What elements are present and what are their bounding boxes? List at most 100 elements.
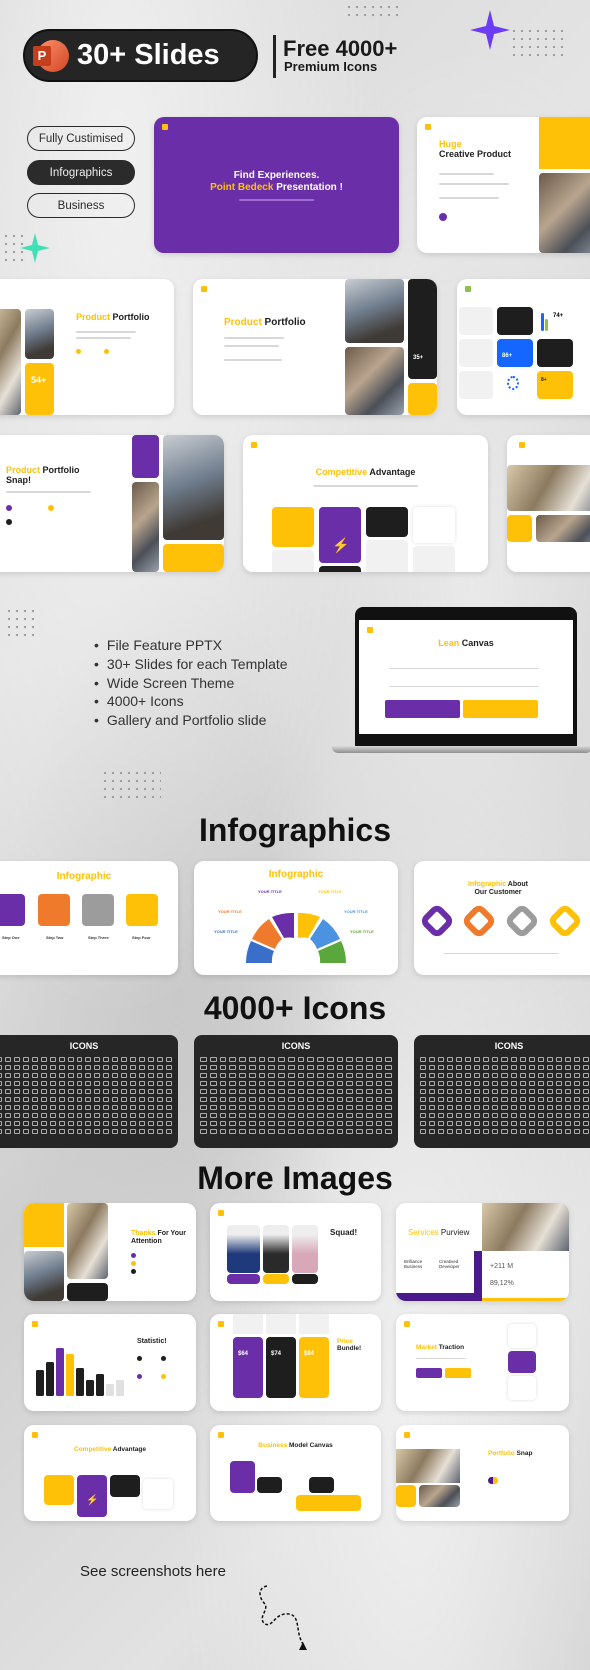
icon-glyph — [239, 1121, 246, 1126]
dots-decoration — [345, 3, 403, 21]
logo-icon — [465, 286, 471, 292]
slide-title: Market Traction — [416, 1344, 464, 1351]
icon-glyph — [375, 1105, 383, 1110]
icon-glyph — [346, 1081, 353, 1086]
icon-glyph — [346, 1121, 353, 1126]
title-highlight: Portfolio — [488, 1450, 515, 1457]
icon-glyph — [4, 1121, 11, 1126]
icon-glyph — [546, 1113, 553, 1118]
icon-glyph — [268, 1097, 275, 1102]
icon-glyph — [103, 1073, 110, 1078]
icon-glyph — [564, 1073, 571, 1078]
icon-glyph — [112, 1089, 119, 1094]
icon-glyph — [528, 1065, 535, 1070]
icon-glyph — [528, 1097, 535, 1102]
icon-glyph — [385, 1105, 392, 1110]
icon-glyph — [297, 1105, 305, 1110]
feature-item: Gallery and Portfolio slide — [94, 712, 267, 728]
icon-glyph — [546, 1065, 553, 1070]
icon-glyph — [49, 1121, 56, 1126]
icon-glyph — [501, 1089, 508, 1094]
purple-card — [385, 700, 460, 718]
icon-glyph — [528, 1089, 535, 1094]
icon-glyph — [85, 1089, 92, 1094]
icon-glyph — [555, 1073, 562, 1078]
logo-icon — [32, 1432, 38, 1438]
icon-glyph — [537, 1121, 544, 1126]
icon-glyph — [49, 1089, 56, 1094]
icon-glyph — [297, 1113, 305, 1118]
icon-grid — [414, 1051, 590, 1140]
yellow-block — [408, 383, 437, 415]
slide-title: Competitive Advantage — [243, 467, 488, 477]
icon-glyph — [456, 1089, 463, 1094]
icon-glyph — [268, 1081, 275, 1086]
icon-glyph — [501, 1081, 508, 1086]
icon-glyph — [166, 1057, 172, 1062]
team-photo — [227, 1225, 260, 1273]
stat-block: 54+ — [25, 363, 54, 415]
icon-glyph — [365, 1129, 373, 1134]
icon-glyph — [447, 1089, 454, 1094]
slide-title: Thanks For Your Attention — [131, 1230, 186, 1246]
diamond-purple — [418, 902, 456, 940]
chart-bar — [116, 1380, 124, 1396]
icon-glyph — [67, 1097, 74, 1102]
icon-glyph — [287, 1097, 295, 1102]
icon-glyph — [13, 1073, 20, 1078]
icon-glyph — [429, 1121, 436, 1126]
icon-glyph — [537, 1073, 544, 1078]
icon-glyph — [157, 1129, 164, 1134]
icon-glyph — [474, 1129, 481, 1134]
slide-thanks: Thanks For Your Attention — [24, 1203, 196, 1301]
yellow-card — [272, 507, 314, 547]
icon-glyph — [346, 1097, 353, 1102]
icon-glyph — [483, 1065, 490, 1070]
icon-glyph — [94, 1097, 101, 1102]
icon-glyph — [239, 1065, 246, 1070]
icon-glyph — [528, 1081, 535, 1086]
logo-icon — [425, 124, 431, 130]
icon-glyph — [438, 1113, 445, 1118]
icon-glyph — [130, 1073, 137, 1078]
icon-glyph — [239, 1097, 246, 1102]
icon-glyph — [209, 1081, 217, 1086]
text-line — [239, 199, 314, 201]
icon-glyph — [336, 1057, 344, 1062]
icon-glyph — [429, 1073, 436, 1078]
icon-glyph — [22, 1089, 29, 1094]
slide-competitive-advantage: Competitive Advantage ⚡ — [243, 435, 488, 572]
dark-card — [110, 1475, 140, 1497]
puzzle-piece-yellow — [126, 894, 158, 926]
icon-glyph — [40, 1065, 47, 1070]
logo-icon — [218, 1210, 224, 1216]
icon-glyph — [492, 1129, 499, 1134]
icon-glyph — [326, 1121, 334, 1126]
icon-glyph — [76, 1105, 83, 1110]
icon-glyph — [76, 1129, 83, 1134]
icon-glyph — [456, 1113, 463, 1118]
icon-glyph — [447, 1073, 454, 1078]
logo-icon — [201, 286, 207, 292]
feature-item: Wide Screen Theme — [94, 675, 234, 691]
icon-glyph — [58, 1121, 65, 1126]
icon-glyph — [375, 1073, 383, 1078]
icon-glyph — [465, 1129, 472, 1134]
slide-title: Product Portfolio — [76, 312, 150, 322]
title-main: Purview — [438, 1228, 470, 1237]
icon-glyph — [166, 1097, 172, 1102]
arc-label: YOUR TITLE — [318, 889, 342, 894]
icon-glyph — [49, 1105, 56, 1110]
premium-icons-subtitle: Premium Icons — [284, 59, 378, 74]
text-line — [389, 668, 539, 669]
icon-glyph — [564, 1057, 571, 1062]
icon-glyph — [346, 1073, 353, 1078]
icon-glyph — [385, 1113, 392, 1118]
diamond-orange — [460, 902, 498, 940]
icon-glyph — [76, 1097, 83, 1102]
icon-glyph — [474, 1097, 481, 1102]
title-main: Traction — [436, 1344, 465, 1351]
laptop-base — [332, 746, 590, 753]
icon-glyph — [248, 1113, 256, 1118]
slide-product-portfolio-a: 54+ Product Portfolio — [0, 279, 174, 415]
